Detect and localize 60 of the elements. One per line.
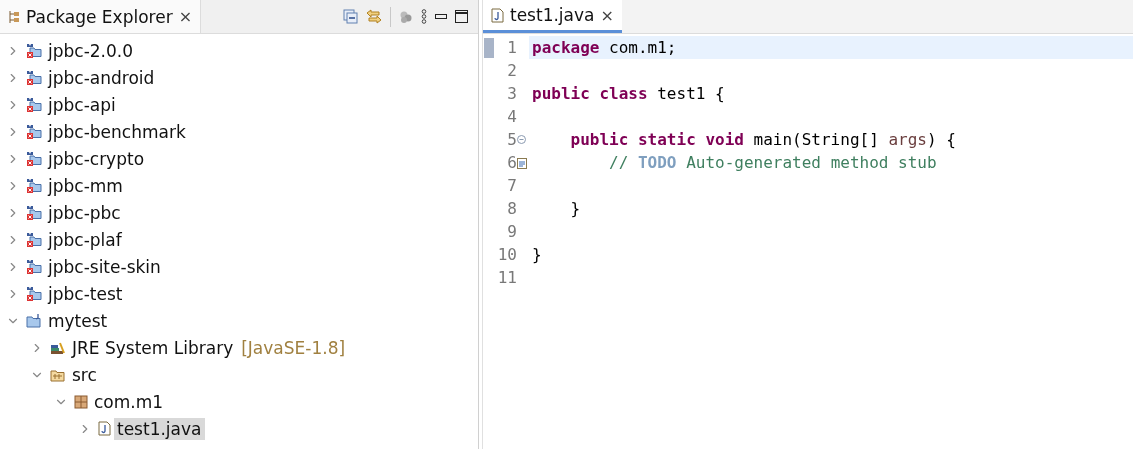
tree-item-decoration: [JavaSE-1.8] [241, 337, 346, 358]
project-folder-icon [26, 96, 42, 113]
tree-item[interactable]: jpbc-mm [45, 174, 126, 197]
project-folder-icon [26, 258, 42, 275]
project-folder-icon [26, 177, 42, 194]
project-folder-icon [26, 204, 42, 221]
line-number: 7 [506, 176, 517, 195]
project-folder-icon [26, 285, 42, 302]
java-file-icon [491, 7, 504, 23]
tree-item[interactable]: jpbc-api [45, 93, 119, 116]
tree-item[interactable]: com.m1 [91, 390, 167, 413]
editor-tab[interactable]: test1.java × [483, 0, 622, 33]
tree-item[interactable]: jpbc-test [45, 282, 126, 305]
project-folder-icon [26, 69, 42, 86]
tree-item[interactable]: jpbc-android [45, 66, 158, 89]
tree-item[interactable]: src [69, 363, 100, 386]
ruler-marker-icon [484, 37, 494, 58]
maximize-icon[interactable] [455, 10, 468, 23]
tree-item[interactable]: jpbc-plaf [45, 228, 125, 251]
project-folder-icon [26, 150, 42, 167]
line-number: 9 [506, 222, 517, 241]
filter-icon[interactable] [399, 9, 413, 24]
collapse-all-icon[interactable] [343, 9, 358, 24]
tree-item[interactable]: jpbc-benchmark [45, 120, 189, 143]
view-tab[interactable]: Package Explorer × [0, 0, 202, 33]
link-arrows-icon[interactable] [366, 9, 382, 24]
view-menu-icon[interactable] [421, 9, 427, 24]
code-line: public static void main(String[] args) { [569, 129, 957, 151]
project-folder-icon [26, 42, 42, 59]
code-line: } [569, 198, 582, 220]
close-button[interactable]: × [600, 5, 614, 25]
line-number: 6 [506, 153, 517, 172]
java-file-icon [98, 421, 111, 436]
project-folder-icon [26, 231, 42, 248]
line-number: 1 [506, 38, 517, 57]
tree-item[interactable]: mytest [45, 309, 111, 332]
code-line: public class test1 { [531, 83, 726, 105]
line-number: 4 [506, 107, 517, 126]
tree-item[interactable]: jpbc-site-skin [45, 255, 164, 278]
minimize-icon[interactable] [435, 13, 447, 20]
hierarchy-icon [8, 9, 20, 24]
code-line: } [531, 244, 543, 266]
line-number: 2 [506, 61, 517, 80]
line-number: 3 [506, 84, 517, 103]
tree-item[interactable]: test1.java [114, 417, 205, 440]
package-icon [74, 394, 88, 409]
tree-item[interactable]: jpbc-pbc [45, 201, 124, 224]
close-button[interactable]: × [178, 7, 193, 26]
line-number: 10 [496, 245, 517, 264]
tree-item[interactable]: jpbc-2.0.0 [45, 39, 137, 62]
task-icon [517, 156, 527, 169]
line-number: 8 [506, 199, 517, 218]
project-folder-icon [26, 312, 42, 329]
tree-item[interactable]: jpbc-crypto [45, 147, 148, 170]
fold-minus-icon[interactable] [517, 135, 526, 144]
tree-item[interactable]: JRE System Library [69, 336, 237, 359]
code-line: // TODO Auto-generated method stub [608, 152, 938, 174]
line-number: 5 [506, 130, 517, 149]
line-number: 11 [496, 268, 517, 287]
project-folder-icon [26, 123, 42, 140]
